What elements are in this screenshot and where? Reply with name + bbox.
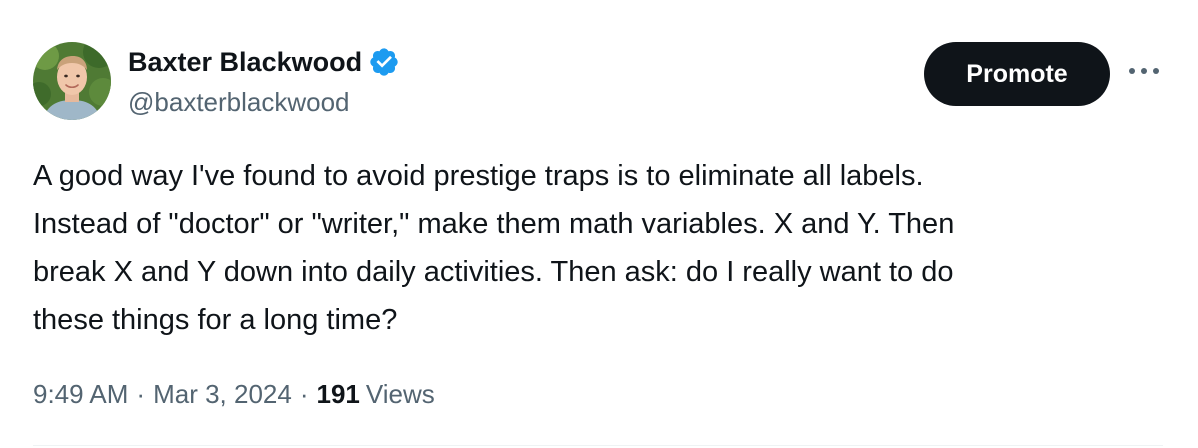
divider	[33, 445, 1163, 446]
meta-separator: ·	[136, 379, 146, 409]
views-count: 191	[316, 379, 360, 409]
tweet-metadata: 9:49 AM · Mar 3, 2024 · 191 Views	[33, 374, 435, 414]
verified-badge-icon[interactable]	[368, 46, 400, 78]
author-handle[interactable]: @baxterblackwood	[128, 84, 400, 120]
avatar[interactable]	[33, 42, 111, 120]
tweet-card: Baxter Blackwood @baxterblackwood Promot…	[0, 0, 1198, 448]
author-display-name[interactable]: Baxter Blackwood	[128, 42, 362, 82]
views-label[interactable]: Views	[366, 374, 435, 414]
tweet-text: A good way I've found to avoid prestige …	[33, 160, 955, 336]
author-name-row[interactable]: Baxter Blackwood	[128, 42, 400, 82]
tweet-timestamp-date[interactable]: Mar 3, 2024	[153, 374, 292, 414]
promote-button[interactable]: Promote	[924, 42, 1110, 106]
author-block: Baxter Blackwood @baxterblackwood	[128, 42, 400, 120]
more-horizontal-icon	[1129, 68, 1159, 74]
profile-photo-icon	[33, 42, 111, 120]
more-options-button[interactable]	[1124, 56, 1164, 86]
tweet-timestamp-time[interactable]: 9:49 AM	[33, 374, 128, 414]
meta-separator: ·	[299, 379, 309, 409]
